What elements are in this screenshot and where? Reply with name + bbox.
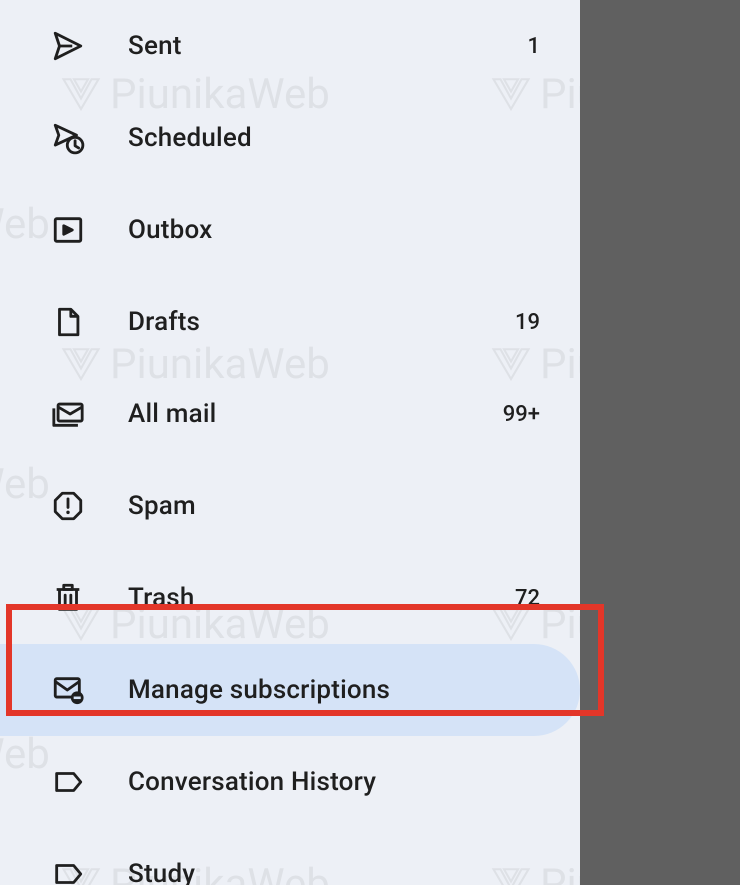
nav-count: 1 bbox=[527, 34, 540, 59]
spam-icon bbox=[48, 486, 88, 526]
nav-item-outbox[interactable]: Outbox bbox=[0, 184, 580, 276]
outbox-icon bbox=[48, 210, 88, 250]
send-icon bbox=[48, 26, 88, 66]
nav-item-all-mail[interactable]: All mail 99+ bbox=[0, 368, 580, 460]
manage-subscriptions-icon bbox=[48, 670, 88, 710]
nav-list: Sent 1 Scheduled Outbox Drafts 19 bbox=[0, 0, 580, 885]
nav-label: Study bbox=[128, 859, 540, 885]
label-icon bbox=[48, 762, 88, 802]
nav-label: Scheduled bbox=[128, 123, 540, 153]
label-icon bbox=[48, 854, 88, 885]
all-mail-icon bbox=[48, 394, 88, 434]
nav-label: Outbox bbox=[128, 215, 540, 245]
nav-label: Manage subscriptions bbox=[128, 675, 540, 705]
nav-item-scheduled[interactable]: Scheduled bbox=[0, 92, 580, 184]
nav-item-manage-subscriptions[interactable]: Manage subscriptions bbox=[0, 644, 580, 736]
nav-label: Drafts bbox=[128, 307, 515, 337]
nav-count: 19 bbox=[515, 310, 540, 335]
nav-label: Sent bbox=[128, 31, 527, 61]
nav-item-spam[interactable]: Spam bbox=[0, 460, 580, 552]
trash-icon bbox=[48, 578, 88, 618]
nav-item-study[interactable]: Study bbox=[0, 828, 580, 885]
scheduled-icon bbox=[48, 118, 88, 158]
nav-count: 99+ bbox=[503, 402, 540, 427]
nav-item-conversation-history[interactable]: Conversation History bbox=[0, 736, 580, 828]
nav-label: Spam bbox=[128, 491, 540, 521]
nav-label: Conversation History bbox=[128, 767, 540, 797]
nav-item-sent[interactable]: Sent 1 bbox=[0, 0, 580, 92]
nav-label: Trash bbox=[128, 583, 515, 613]
nav-item-trash[interactable]: Trash 72 bbox=[0, 552, 580, 644]
nav-count: 72 bbox=[515, 586, 540, 611]
nav-label: All mail bbox=[128, 399, 503, 429]
drafts-icon bbox=[48, 302, 88, 342]
nav-item-drafts[interactable]: Drafts 19 bbox=[0, 276, 580, 368]
gmail-sidebar: PiunikaWeb PiunikaWeb PiunikaWeb Piunika… bbox=[0, 0, 580, 885]
